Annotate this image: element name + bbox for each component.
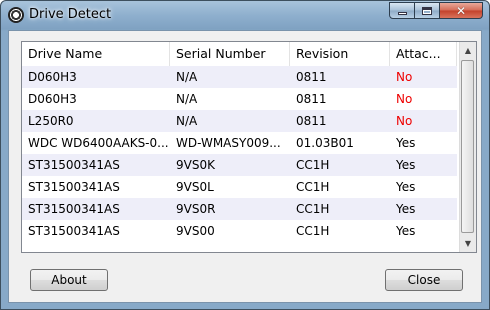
maximize-icon (422, 6, 432, 15)
cell-drive: ST31500341AS (28, 180, 120, 194)
cell-attached: Yes (396, 224, 416, 238)
about-button[interactable]: About (30, 269, 108, 291)
cell-attached: No (396, 114, 413, 128)
table-row[interactable]: ST31500341AS 9VS0K CC1H Yes (22, 154, 457, 176)
caption-buttons: ✕ (389, 2, 483, 20)
cell-attached: Yes (396, 136, 416, 150)
table-row[interactable]: L250R0 N/A 0811 No (22, 110, 457, 132)
maximize-button[interactable] (415, 2, 440, 19)
app-disc-icon (8, 7, 24, 23)
cell-serial: 9VS0K (176, 158, 215, 172)
table-row[interactable]: ST31500341AS 9VS0R CC1H Yes (22, 198, 457, 220)
drive-detect-window: Drive Detect ✕ Drive Name Serial Number … (0, 0, 490, 310)
cell-revision: CC1H (296, 158, 330, 172)
close-button[interactable]: Close (385, 269, 463, 291)
cell-revision: CC1H (296, 202, 330, 216)
cell-drive: ST31500341AS (28, 158, 120, 172)
close-icon: ✕ (455, 3, 467, 18)
cell-drive: WDC WD6400AAKS-0... (28, 136, 169, 150)
cell-serial: N/A (176, 114, 198, 128)
cell-revision: CC1H (296, 180, 330, 194)
vertical-scrollbar[interactable]: ▲ ▼ (459, 42, 476, 252)
cell-attached: No (396, 92, 413, 106)
title-bar[interactable]: Drive Detect ✕ (1, 1, 489, 29)
column-header-drive-name[interactable]: Drive Name (22, 42, 170, 66)
cell-serial: 9VS0L (176, 180, 214, 194)
column-header-revision[interactable]: Revision (290, 42, 390, 66)
window-title: Drive Detect (29, 7, 112, 22)
table-row[interactable]: ST31500341AS 9VS0L CC1H Yes (22, 176, 457, 198)
minimize-icon (397, 12, 407, 15)
cell-serial: 9VS00 (176, 224, 215, 238)
table-row[interactable]: D060H3 N/A 0811 No (22, 66, 457, 88)
list-rows: D060H3 N/A 0811 No D060H3 N/A 0811 No L250R0 N/A 0… (22, 66, 457, 242)
cell-drive: D060H3 (28, 70, 77, 84)
close-window-button[interactable]: ✕ (440, 2, 483, 19)
table-row[interactable]: D060H3 N/A 0811 No (22, 88, 457, 110)
scrollbar-thumb[interactable] (461, 60, 474, 233)
cell-serial: 9VS0R (176, 202, 216, 216)
cell-drive: L250R0 (28, 114, 74, 128)
table-row[interactable]: WDC WD6400AAKS-0... WD-WMASY009... 01.03B0… (22, 132, 457, 154)
column-header-attached[interactable]: Attac... (390, 42, 457, 66)
minimize-button[interactable] (389, 2, 415, 19)
list-header: Drive Name Serial Number Revision Attac.… (22, 42, 457, 66)
scroll-down-icon[interactable]: ▼ (460, 235, 476, 252)
column-header-serial-number[interactable]: Serial Number (170, 42, 290, 66)
cell-attached: Yes (396, 180, 416, 194)
cell-drive: ST31500341AS (28, 202, 120, 216)
cell-attached: Yes (396, 158, 416, 172)
cell-attached: Yes (396, 202, 416, 216)
cell-serial: N/A (176, 92, 198, 106)
cell-revision: 0811 (296, 92, 327, 106)
cell-drive: ST31500341AS (28, 224, 120, 238)
cell-drive: D060H3 (28, 92, 77, 106)
dialog-client-area: Drive Name Serial Number Revision Attac.… (8, 30, 482, 303)
cell-attached: No (396, 70, 413, 84)
cell-revision: 01.03B01 (296, 136, 354, 150)
scroll-up-icon[interactable]: ▲ (460, 42, 476, 59)
drive-list[interactable]: Drive Name Serial Number Revision Attac.… (21, 41, 477, 253)
cell-serial: N/A (176, 70, 198, 84)
table-row[interactable]: ST31500341AS 9VS00 CC1H Yes (22, 220, 457, 242)
cell-revision: CC1H (296, 224, 330, 238)
cell-revision: 0811 (296, 70, 327, 84)
cell-serial: WD-WMASY009... (176, 136, 281, 150)
cell-revision: 0811 (296, 114, 327, 128)
